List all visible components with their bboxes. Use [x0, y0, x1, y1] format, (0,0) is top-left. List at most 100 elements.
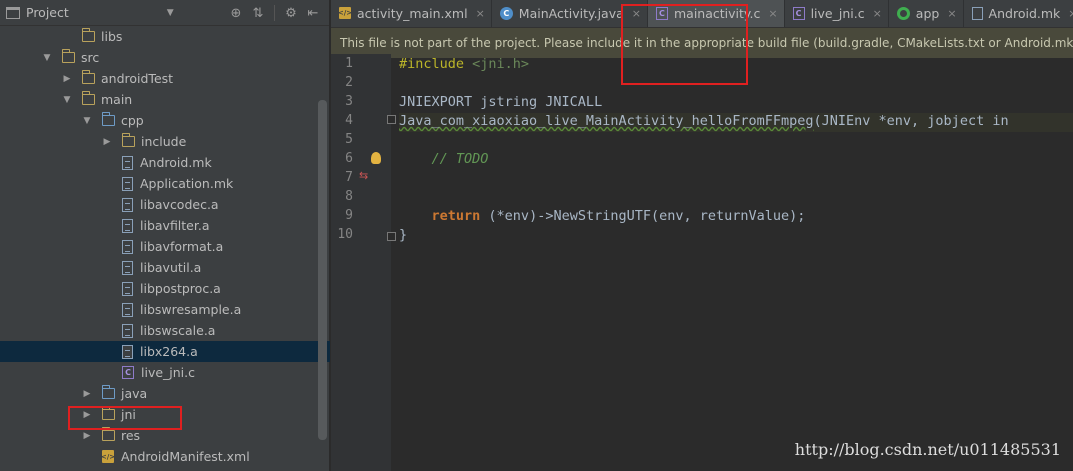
editor-tab[interactable]: Clive_jni.c ×: [785, 0, 889, 27]
android-module-icon: [896, 6, 910, 20]
function-params: (JNIEnv *env, jobject in: [813, 113, 1009, 129]
editor-tab[interactable]: app ×: [889, 0, 964, 27]
line-number: 5: [345, 132, 353, 147]
tree-item-label: live_jni.c: [141, 365, 195, 380]
file-icon: [122, 344, 133, 359]
gear-icon[interactable]: ⚙: [281, 4, 301, 22]
tree-item-label: src: [81, 50, 100, 65]
include-directive: #include: [399, 56, 465, 72]
fold-marker-icon[interactable]: [387, 115, 396, 124]
sync-icon[interactable]: ⊕: [226, 4, 246, 22]
file-icon: [122, 239, 133, 254]
source-folder-icon: [101, 385, 115, 399]
tree-item[interactable]: Application.mk: [0, 173, 330, 194]
tree-item-label: main: [101, 92, 133, 107]
editor-tab[interactable]: </> activity_main.xml ×: [331, 0, 492, 27]
chevron-right-icon[interactable]: ▶: [80, 389, 94, 399]
source-folder-icon: [101, 112, 115, 126]
code-line-9: return (*env)->NewStringUTF(env, returnV…: [399, 208, 806, 224]
tree-item[interactable]: libx264.a: [0, 341, 330, 362]
watermark: http://blog.csdn.net/u011485531: [794, 440, 1061, 459]
line-number: 4: [345, 113, 353, 128]
tree-item-label: libavutil.a: [140, 260, 202, 275]
tree-item[interactable]: ▶ java: [0, 383, 330, 404]
tree-item[interactable]: ▶ androidTest: [0, 68, 330, 89]
line-gutter: ⇆ 1 2 3 4 5 6 7 8 9 10: [331, 54, 396, 471]
file-icon: [122, 218, 133, 233]
function-name: Java_com_xiaoxiao_live_MainActivity_hell…: [399, 113, 814, 129]
file-icon: [122, 260, 133, 275]
line-number: 2: [345, 75, 353, 90]
c-file-icon: C: [122, 366, 134, 379]
folder-icon: [81, 28, 95, 42]
tree-item[interactable]: ▼ main: [0, 89, 330, 110]
tree-item[interactable]: libavformat.a: [0, 236, 330, 257]
tree-item-label: libswresample.a: [140, 302, 242, 317]
file-icon: [122, 302, 133, 317]
project-view-selector[interactable]: Project: [26, 5, 69, 20]
chevron-right-icon[interactable]: ▶: [60, 74, 74, 84]
chevron-right-icon[interactable]: ▶: [80, 431, 94, 441]
file-icon: [122, 197, 133, 212]
code-line-4: Java_com_xiaoxiao_live_MainActivity_hell…: [399, 113, 1009, 129]
tree-item-label: include: [141, 134, 187, 149]
tree-item[interactable]: Android.mk: [0, 152, 330, 173]
chevron-down-icon[interactable]: ▼: [40, 53, 54, 63]
tree-item[interactable]: ▼ cpp: [0, 110, 330, 131]
tree-item[interactable]: ▶ include: [0, 131, 330, 152]
sidebar-scrollbar[interactable]: [318, 100, 327, 440]
tree-item[interactable]: libavutil.a: [0, 257, 330, 278]
tree-item[interactable]: libswscale.a: [0, 320, 330, 341]
editor-tab[interactable]: Android.mk ×: [964, 0, 1073, 27]
line-number: 10: [337, 227, 353, 242]
code-editor[interactable]: #include <jni.h> JNIEXPORT jstring JNICA…: [399, 54, 1073, 471]
folder-icon: [121, 133, 135, 147]
line-number: 6: [345, 151, 353, 166]
tree-item[interactable]: libpostproc.a: [0, 278, 330, 299]
xml-file-icon: </>: [101, 450, 115, 463]
tree-item-label: libavfilter.a: [140, 218, 210, 233]
chevron-down-icon[interactable]: ▼: [80, 116, 94, 126]
hide-panel-icon[interactable]: ⇤: [303, 4, 323, 22]
tree-item-label: Android.mk: [140, 155, 212, 170]
highlight-box-jni-folder: [68, 406, 182, 430]
tree-item-label: libs: [101, 29, 123, 44]
code-line-6: // TODO: [399, 151, 489, 167]
project-panel-toolbar: ⊕ ⇅ ⚙ ⇤: [226, 4, 323, 22]
highlight-box-active-tab: [621, 4, 748, 85]
line-number: 7: [345, 170, 353, 185]
fold-marker-icon[interactable]: [387, 232, 396, 241]
chevron-down-icon[interactable]: ▼: [167, 8, 174, 18]
close-icon[interactable]: ×: [476, 7, 485, 20]
toolbar-divider: [274, 5, 275, 21]
close-icon[interactable]: ×: [873, 7, 882, 20]
tree-item-label: libswscale.a: [140, 323, 216, 338]
tree-item-label: java: [121, 386, 148, 401]
tree-item[interactable]: </> AndroidManifest.xml: [0, 446, 330, 467]
close-icon[interactable]: ×: [1068, 7, 1073, 20]
tab-label: MainActivity.java: [518, 5, 624, 21]
close-icon[interactable]: ×: [768, 7, 777, 20]
file-icon: [122, 176, 133, 191]
tree-item[interactable]: libavfilter.a: [0, 215, 330, 236]
line-number: 9: [345, 208, 353, 223]
code-line-1: #include <jni.h>: [399, 56, 529, 72]
c-file-icon: C: [792, 6, 805, 20]
tree-item[interactable]: libswresample.a: [0, 299, 330, 320]
lightbulb-icon[interactable]: [371, 152, 381, 164]
tree-item-label: res: [121, 428, 141, 443]
return-keyword: return: [431, 208, 481, 224]
java-class-icon: C: [499, 6, 513, 20]
tree-item[interactable]: ▼ src: [0, 47, 330, 68]
tree-item[interactable]: libavcodec.a: [0, 194, 330, 215]
line-number: 3: [345, 94, 353, 109]
tree-item[interactable]: libs: [0, 26, 330, 47]
tree-item[interactable]: Clive_jni.c: [0, 362, 330, 383]
close-icon[interactable]: ×: [947, 7, 956, 20]
file-icon: [122, 155, 133, 170]
collapse-all-icon[interactable]: ⇅: [248, 4, 268, 22]
chevron-down-icon[interactable]: ▼: [60, 95, 74, 105]
chevron-right-icon[interactable]: ▶: [100, 137, 114, 147]
tree-item-label: cpp: [121, 113, 144, 128]
